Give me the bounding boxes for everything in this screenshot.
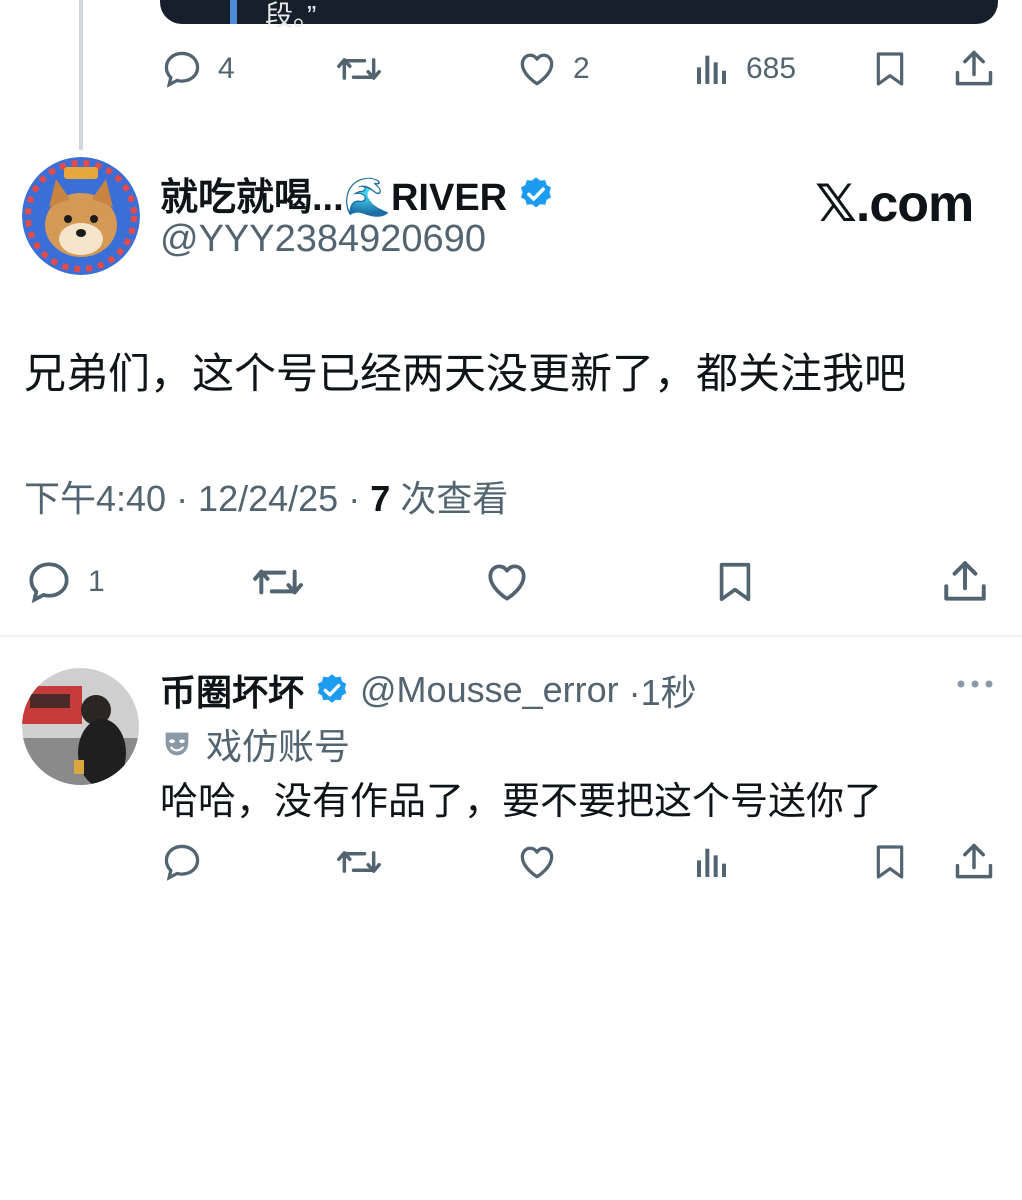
tweet-time[interactable]: 下午4:40 · 12/24/25 ·: [24, 478, 370, 519]
more-icon: [955, 672, 995, 696]
tweet-text: 兄弟们，这个号已经两天没更新了，都关注我吧: [24, 350, 907, 397]
divider: [0, 635, 1022, 637]
parody-label: 戏仿账号: [160, 718, 350, 770]
reply-retweet-button[interactable]: [335, 840, 383, 884]
verified-badge-icon: [314, 672, 350, 708]
prev-like-button[interactable]: 2: [515, 47, 590, 91]
retweet-icon: [335, 840, 383, 884]
tweet-meta: 下午4:40 · 12/24/25 · 7 次查看: [24, 470, 508, 522]
prev-share-button[interactable]: [952, 47, 996, 91]
views-icon: [692, 840, 732, 884]
reply-bookmark-button[interactable]: [870, 840, 910, 884]
reply-like-button[interactable]: [515, 840, 559, 884]
retweet-icon: [250, 557, 306, 607]
reply-views-button[interactable]: [692, 840, 732, 884]
quoted-text: 段。”: [265, 0, 317, 31]
like-icon: [482, 557, 532, 607]
share-icon: [940, 557, 990, 607]
reply-icon: [24, 557, 74, 607]
avatar[interactable]: [22, 157, 140, 275]
reply-time[interactable]: ·1秒: [629, 664, 697, 716]
parody-text: 戏仿账号: [206, 726, 351, 767]
share-icon: [952, 47, 996, 91]
reply-text: 哈哈，没有作品了，要不要把这个号送你了: [160, 781, 883, 823]
reply-header: 币圈坏坏 @Mousse_error ·1秒: [160, 664, 697, 716]
prev-reply-button[interactable]: 4: [160, 47, 235, 91]
prev-bookmark-button[interactable]: [870, 47, 910, 91]
reply-display-name[interactable]: 币圈坏坏: [160, 664, 304, 716]
main-display-name[interactable]: 就吃就喝...🌊RIVER: [160, 166, 555, 221]
reply-count: 1: [88, 565, 105, 598]
main-handle[interactable]: @YYY2384920690: [160, 218, 486, 261]
thread-connector-line: [79, 0, 83, 150]
views-icon: [692, 47, 732, 91]
reply-reply-button[interactable]: [160, 840, 204, 884]
reply-icon: [160, 840, 204, 884]
parody-mask-icon: [160, 727, 194, 761]
reply-avatar[interactable]: [22, 668, 139, 785]
prev-views-button[interactable]: 685: [692, 47, 796, 91]
views-number: 7: [370, 478, 391, 519]
more-options-button[interactable]: [955, 672, 995, 696]
like-icon: [515, 47, 559, 91]
retweet-button[interactable]: [250, 557, 306, 607]
like-button[interactable]: [482, 557, 532, 607]
share-icon: [952, 840, 996, 884]
prev-retweet-button[interactable]: [335, 47, 383, 91]
prev-like-count: 2: [573, 52, 590, 85]
retweet-icon: [335, 47, 383, 91]
reply-handle[interactable]: @Mousse_error: [360, 669, 619, 711]
display-name-text: 就吃就喝...🌊RIVER: [160, 177, 508, 219]
x-com-watermark: 𝕏.com: [815, 175, 974, 233]
prev-reply-count: 4: [218, 52, 235, 85]
reply-icon: [160, 47, 204, 91]
views-label: 次查看: [390, 478, 509, 519]
verified-badge-icon: [517, 175, 555, 213]
share-button[interactable]: [940, 557, 990, 607]
bookmark-icon: [870, 47, 910, 91]
reply-button[interactable]: 1: [24, 557, 105, 607]
bookmark-icon: [870, 840, 910, 884]
quote-bar: [230, 0, 237, 24]
reply-share-button[interactable]: [952, 840, 996, 884]
bookmark-button[interactable]: [712, 557, 758, 607]
like-icon: [515, 840, 559, 884]
bookmark-icon: [712, 557, 758, 607]
quoted-media-card[interactable]: 段。”: [160, 0, 998, 31]
prev-views-count: 685: [746, 52, 797, 85]
